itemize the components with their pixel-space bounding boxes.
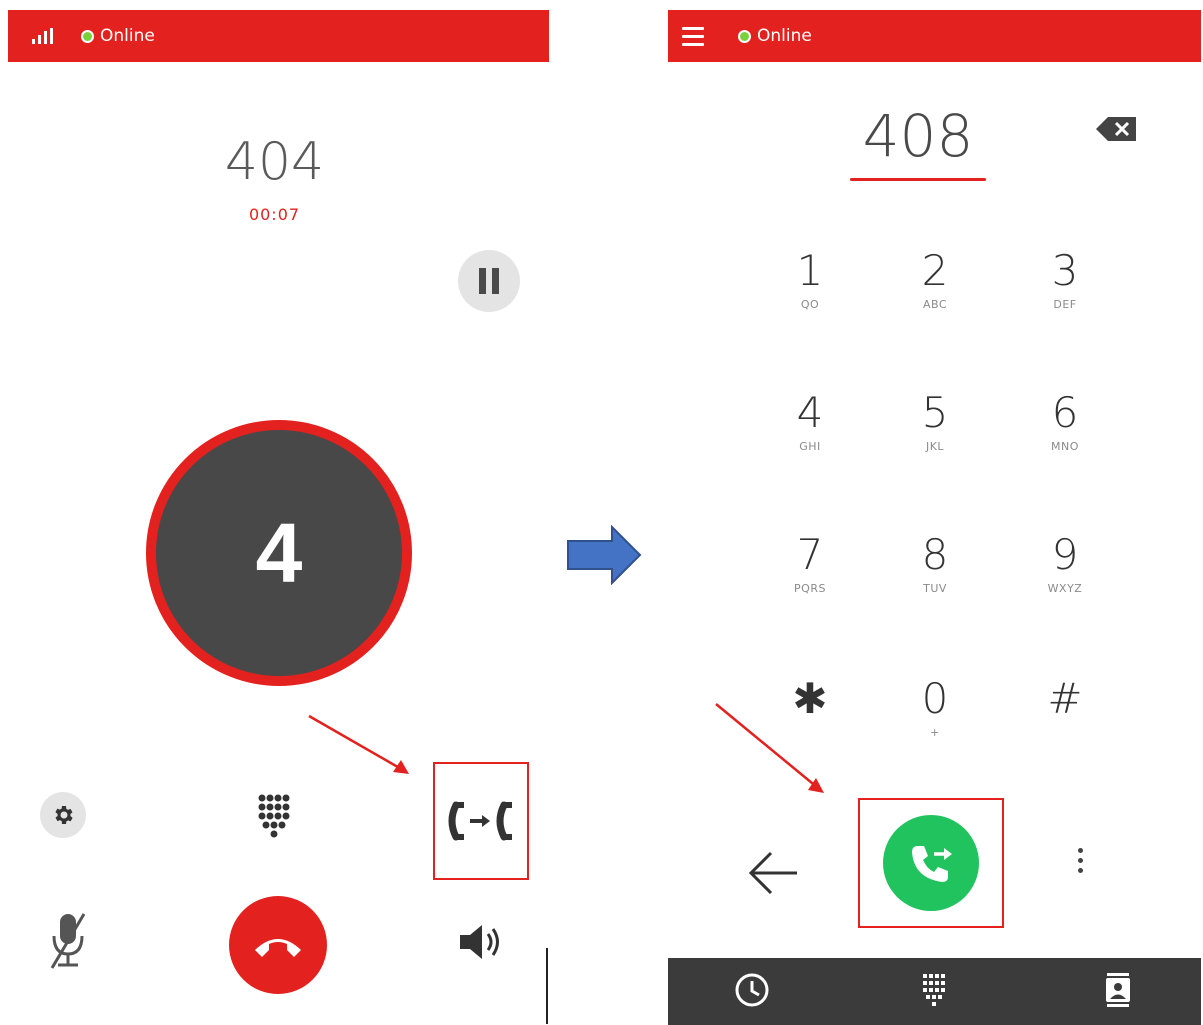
dial-number-display[interactable]: 408 — [668, 102, 1168, 170]
transfer-call-icon — [912, 846, 952, 882]
backspace-icon[interactable] — [1094, 116, 1138, 142]
transfer-call-button[interactable] — [883, 815, 979, 911]
back-arrow-icon[interactable] — [745, 848, 801, 898]
dialpad-icon[interactable] — [914, 970, 954, 1010]
key-1[interactable]: 1 QO — [755, 248, 865, 312]
transfer-call-button-highlight — [858, 798, 1004, 928]
key-4[interactable]: 4 GHI — [755, 390, 865, 454]
voicemail-icon: QO — [800, 298, 820, 311]
pause-icon — [479, 268, 486, 294]
key-3[interactable]: 3 DEF — [1010, 248, 1120, 312]
divider-line — [546, 948, 548, 1024]
clock-icon[interactable] — [732, 970, 772, 1010]
bottom-nav — [668, 958, 1201, 1025]
more-vertical-icon[interactable] — [1070, 848, 1090, 888]
key-0[interactable]: 0 + — [880, 676, 990, 740]
call-timer: 00:07 — [248, 205, 301, 224]
settings-button[interactable] — [40, 792, 86, 838]
speaker-icon — [460, 925, 499, 959]
call-transfer-icon — [448, 801, 512, 841]
number-underline — [850, 178, 986, 181]
pointer-arrow-left — [308, 714, 409, 774]
key-hash[interactable]: # — [1010, 676, 1120, 726]
speaker-button[interactable] — [456, 922, 506, 962]
key-2[interactable]: 2 ABC — [880, 248, 990, 312]
key-9[interactable]: 9 WXYZ — [1010, 532, 1120, 596]
key-6[interactable]: 6 MNO — [1010, 390, 1120, 454]
mute-button[interactable] — [48, 910, 88, 970]
hold-button[interactable] — [458, 250, 520, 312]
online-status-dot — [81, 29, 94, 43]
key-5[interactable]: 5 JKL — [880, 390, 990, 454]
menu-icon[interactable] — [682, 26, 704, 46]
online-status-dot — [738, 29, 751, 43]
status-bar-left: Online — [8, 10, 549, 62]
status-bar-right: Online — [668, 10, 1201, 62]
gear-icon — [55, 806, 73, 824]
dialpad-icon — [258, 794, 290, 838]
avatar-letter: 4 — [255, 505, 303, 600]
mute-icon — [50, 913, 86, 969]
online-status-text: Online — [100, 26, 155, 46]
signal-icon — [32, 28, 53, 44]
hangup-button[interactable] — [229, 896, 327, 994]
online-status-text: Online — [757, 26, 812, 46]
key-8[interactable]: 8 TUV — [880, 532, 990, 596]
hangup-icon — [255, 939, 301, 957]
callee-number: 404 — [224, 132, 325, 192]
transition-arrow — [567, 525, 642, 585]
key-7[interactable]: 7 PQRS — [755, 532, 865, 596]
call-transfer-button[interactable] — [433, 762, 529, 880]
contacts-icon[interactable] — [1098, 970, 1138, 1010]
caller-avatar: 4 — [146, 420, 412, 686]
dialpad-button[interactable] — [252, 790, 298, 846]
pointer-arrow-right — [715, 703, 824, 793]
